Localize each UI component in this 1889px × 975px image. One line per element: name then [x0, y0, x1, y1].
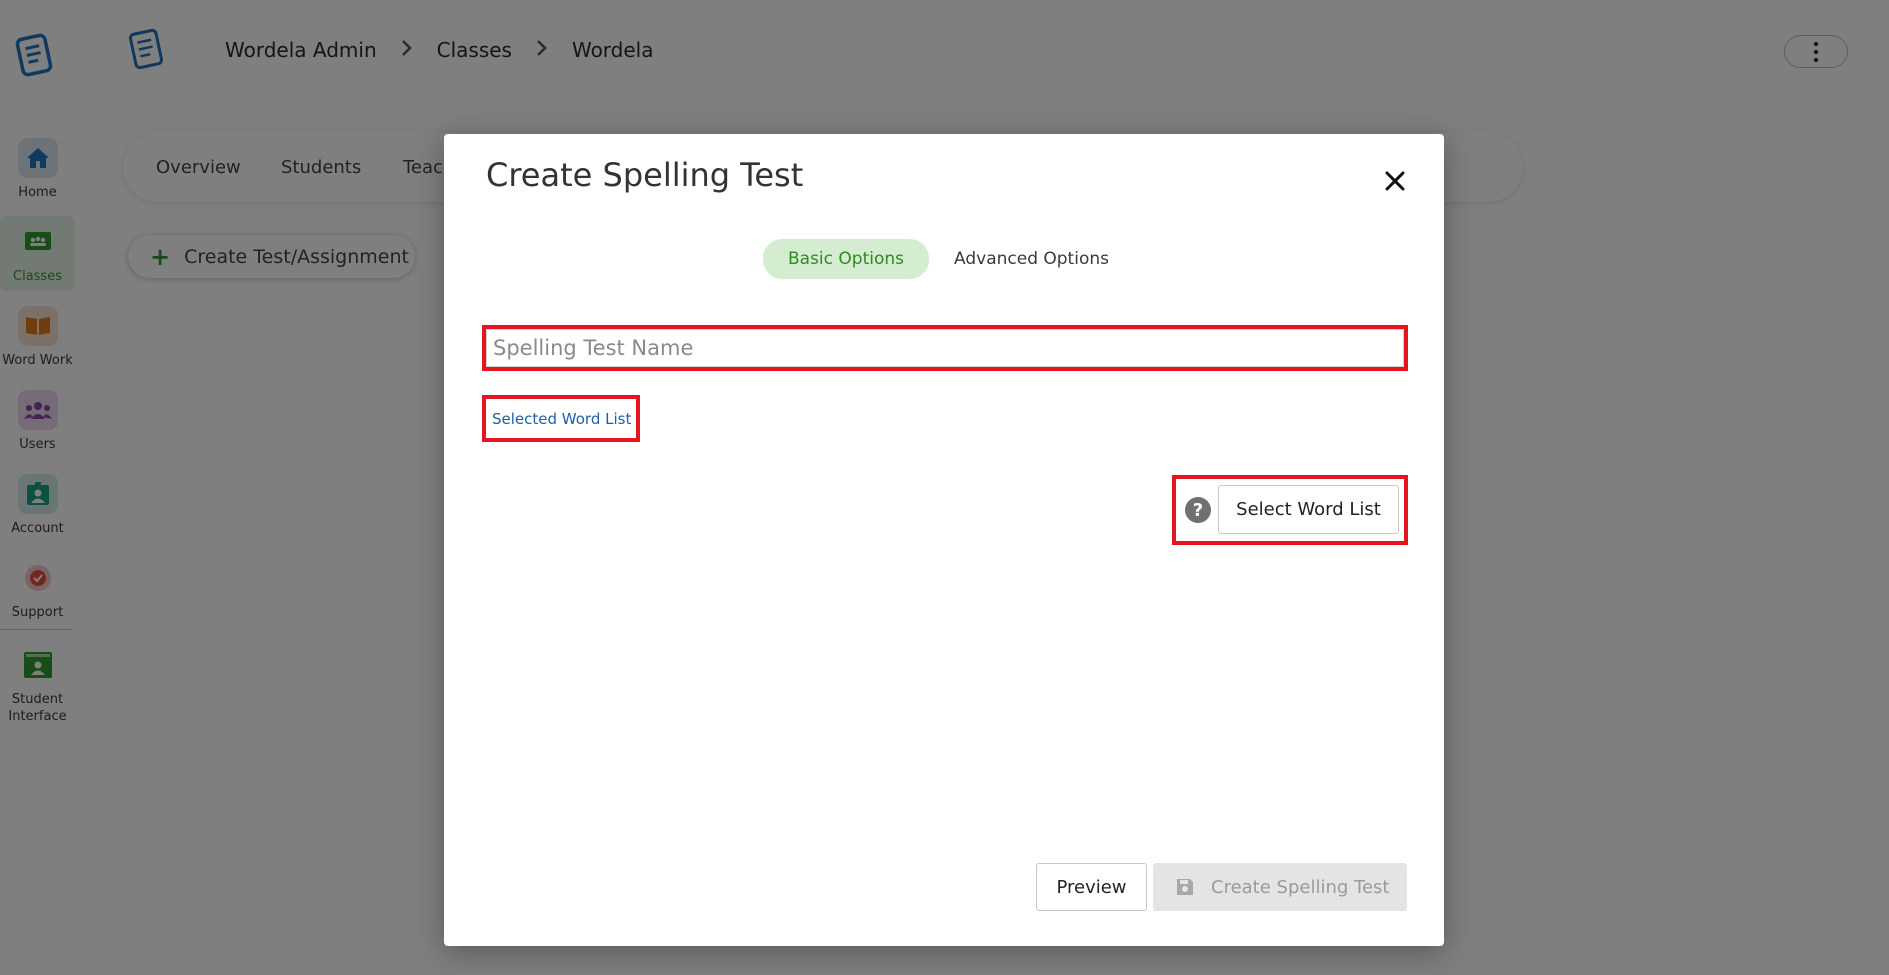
spelling-test-name-input[interactable]: [486, 329, 1404, 367]
tab-basic-options[interactable]: Basic Options: [763, 239, 930, 279]
help-icon[interactable]: ?: [1185, 497, 1211, 523]
close-icon[interactable]: [1380, 166, 1410, 196]
dialog-tabs: Basic Options Advanced Options: [763, 239, 1134, 279]
tab-advanced-options[interactable]: Advanced Options: [929, 239, 1134, 279]
create-spelling-test-button[interactable]: Create Spelling Test: [1153, 863, 1407, 911]
create-spelling-test-dialog: Create Spelling Test Basic Options Advan…: [444, 134, 1444, 946]
save-icon: [1175, 877, 1195, 897]
spelling-test-name-highlight: [482, 325, 1408, 371]
preview-button[interactable]: Preview: [1036, 863, 1147, 911]
dialog-title: Create Spelling Test: [486, 156, 804, 194]
select-word-list-highlight: ? Select Word List: [1172, 475, 1408, 545]
select-word-list-button[interactable]: Select Word List: [1218, 485, 1399, 534]
selected-word-list-highlight: Selected Word List: [482, 395, 640, 442]
selected-word-list-link[interactable]: Selected Word List: [492, 410, 631, 428]
create-spelling-test-label: Create Spelling Test: [1211, 876, 1390, 898]
